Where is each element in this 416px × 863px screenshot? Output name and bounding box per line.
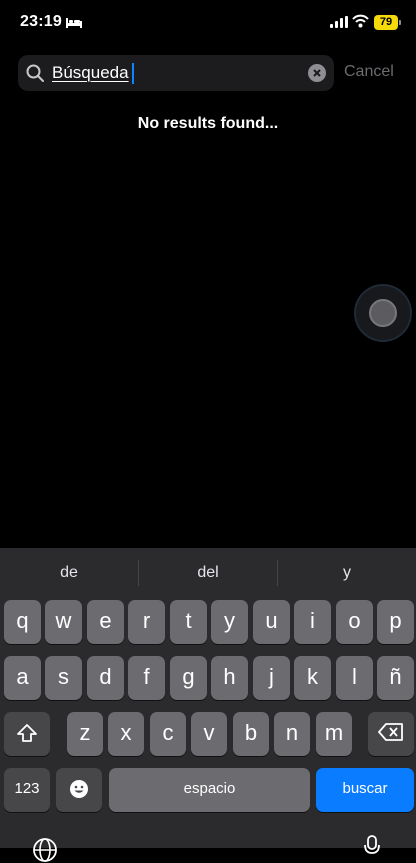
key-f[interactable]: f [128,656,165,700]
key-b[interactable]: b [233,712,269,756]
key-h[interactable]: h [211,656,248,700]
key-u[interactable]: u [253,600,290,644]
key-w[interactable]: w [45,600,82,644]
sleep-bed-icon [66,18,82,28]
key-i[interactable]: i [294,600,331,644]
cancel-button[interactable]: Cancel [344,63,394,81]
search-query: Búsqueda [52,63,129,82]
suggestion-item[interactable]: de [0,548,138,598]
status-time: 23:19 [20,13,62,30]
key-d[interactable]: d [87,656,124,700]
key-n-tilde[interactable]: ñ [377,656,414,700]
search-icon [26,64,44,82]
battery-tip [399,20,401,25]
empty-results-message: No results found... [137,115,279,132]
key-l[interactable]: l [336,656,373,700]
suggestion-item[interactable]: del [139,548,277,598]
key-j[interactable]: j [253,656,290,700]
cellular-signal-icon [330,16,348,28]
key-v[interactable]: v [191,712,227,756]
text-cursor [130,63,134,85]
clear-text-icon[interactable] [308,64,326,82]
key-m[interactable]: m [316,712,352,756]
assistive-touch-icon [369,299,397,327]
emoji-icon [70,780,88,798]
numbers-key[interactable]: 123 [4,768,50,812]
wifi-icon [352,14,369,28]
key-p[interactable]: p [377,600,414,644]
key-a[interactable]: a [4,656,41,700]
key-q[interactable]: q [4,600,41,644]
key-k[interactable]: k [294,656,331,700]
key-o[interactable]: o [336,600,373,644]
search-key[interactable]: buscar [316,768,414,812]
shift-key[interactable] [4,712,50,756]
status-bar: 23:19 79 [0,0,416,46]
space-bar[interactable]: espacio [109,768,310,812]
key-g[interactable]: g [170,656,207,700]
predictive-suggestions: de del y [0,548,416,598]
key-s[interactable]: s [45,656,82,700]
search-input[interactable]: Búsqueda [18,55,334,91]
shift-icon [17,724,37,742]
key-n[interactable]: n [274,712,310,756]
battery-level: 79 [374,15,398,30]
suggestion-item[interactable]: y [278,548,416,598]
keyboard: de del y q w e r t y u i o p a s d f g h… [0,548,416,862]
key-c[interactable]: c [150,712,186,756]
key-e[interactable]: e [87,600,124,644]
globe-icon[interactable] [32,837,58,863]
assistive-touch-button[interactable] [356,286,410,340]
delete-key[interactable] [368,712,414,756]
key-y[interactable]: y [211,600,248,644]
key-r[interactable]: r [128,600,165,644]
emoji-key[interactable] [56,768,102,812]
backspace-icon [378,723,403,741]
microphone-icon[interactable] [364,835,380,859]
key-x[interactable]: x [108,712,144,756]
key-z[interactable]: z [67,712,103,756]
key-t[interactable]: t [170,600,207,644]
